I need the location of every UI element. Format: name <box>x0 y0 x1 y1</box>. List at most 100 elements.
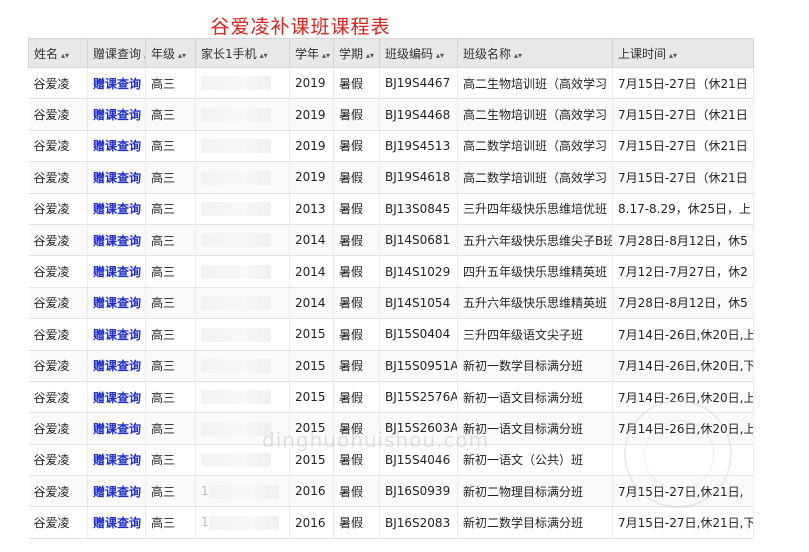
cell-text: 暑假 <box>339 170 364 185</box>
sort-icon[interactable]: ▴▾ <box>514 51 522 60</box>
cell-term: 暑假 <box>333 130 380 163</box>
column-header-term[interactable]: 学期 ▴▾ <box>333 38 380 68</box>
cell-query: 赠课查询 <box>87 98 146 131</box>
sort-icon[interactable]: ▴▾ <box>366 51 374 60</box>
cell-term: 暑假 <box>333 193 380 225</box>
cell-text: 7月14日-26日,休20日,上 <box>618 390 754 405</box>
column-header-label: 班级名称 <box>463 46 512 61</box>
cell-text: BJ19S4467 <box>385 76 451 91</box>
cell-text: 2015 <box>295 327 326 342</box>
gift-course-query-link[interactable]: 赠课查询 <box>93 453 141 467</box>
column-header-class-name[interactable]: 班级名称 ▴▾ <box>457 38 613 68</box>
cell-code: BJ15S2603A <box>379 412 458 445</box>
cell-year: 2016 <box>289 475 334 508</box>
gift-course-query-link[interactable]: 赠课查询 <box>93 171 141 185</box>
cell-code: BJ19S4468 <box>379 98 458 131</box>
cell-year: 2015 <box>289 318 334 351</box>
cell-term: 暑假 <box>333 350 380 382</box>
cell-query: 赠课查询 <box>87 412 146 445</box>
cell-text: 2014 <box>295 295 326 310</box>
cell-text: 新初二数学目标满分班 <box>463 516 584 531</box>
cell-text: 谷爱凌 <box>33 327 70 342</box>
cell-text: 新初一语文目标满分班 <box>463 390 584 405</box>
cell-class-name: 高二生物培训班（高效学习 <box>457 67 613 100</box>
cell-year: 2019 <box>289 98 334 131</box>
cell-phone: 1 <box>195 475 290 508</box>
cell-text: BJ15S0404 <box>385 327 451 342</box>
cell-code: BJ19S4618 <box>379 161 458 194</box>
cell-text: 暑假 <box>339 296 364 311</box>
cell-time: 7月15日-27日,休21日,下 <box>612 506 754 539</box>
cell-text: 2013 <box>295 201 326 216</box>
cell-class-name: 五升六年级快乐思维尖子B班 <box>457 224 613 257</box>
sort-icon[interactable]: ▴▾ <box>260 51 268 60</box>
cell-query: 赠课查询 <box>87 506 146 539</box>
sort-icon[interactable]: ▴▾ <box>178 51 186 60</box>
gift-course-query-link[interactable]: 赠课查询 <box>93 77 141 91</box>
cell-time: 7月28日-8月12日，休5 <box>612 287 754 320</box>
cell-text: 三升四年级语文尖子班 <box>463 327 584 342</box>
gift-course-query-link[interactable]: 赠课查询 <box>93 202 141 216</box>
cell-text: 高三 <box>151 202 176 217</box>
cell-text: 7月15日-27日,休21日, <box>618 484 744 499</box>
cell-text: 暑假 <box>339 421 364 436</box>
cell-text: 高三 <box>151 421 176 436</box>
cell-text: BJ13S0845 <box>385 201 451 216</box>
gift-course-query-link[interactable]: 赠课查询 <box>93 296 141 310</box>
cell-name: 谷爱凌 <box>28 475 88 508</box>
cell-query: 赠课查询 <box>87 318 146 351</box>
column-header-label: 学年 <box>295 46 320 61</box>
sort-icon[interactable]: ▴▾ <box>61 51 69 60</box>
cell-grade: 高三 <box>145 287 196 320</box>
gift-course-query-link[interactable]: 赠课查询 <box>93 359 141 373</box>
gift-course-query-link[interactable]: 赠课查询 <box>93 422 141 436</box>
cell-term: 暑假 <box>333 287 380 320</box>
sort-icon[interactable]: ▴▾ <box>669 51 677 60</box>
gift-course-query-link[interactable]: 赠课查询 <box>93 139 141 153</box>
cell-grade: 高三 <box>145 444 196 477</box>
cell-name: 谷爱凌 <box>28 287 88 320</box>
gift-course-query-link[interactable]: 赠课查询 <box>93 391 141 405</box>
cell-text: 四升五年级快乐思维精英班 <box>463 265 608 280</box>
gift-course-query-link[interactable]: 赠课查询 <box>93 328 141 342</box>
cell-name: 谷爱凌 <box>28 98 88 131</box>
column-header-year[interactable]: 学年 ▴▾ <box>289 38 334 68</box>
cell-text: 新初一语文（公共）班 <box>463 453 584 468</box>
cell-text: 新初一语文目标满分班 <box>463 421 584 436</box>
sort-icon[interactable]: ▴▾ <box>436 51 444 60</box>
gift-course-query-link[interactable]: 赠课查询 <box>93 108 141 122</box>
cell-text: BJ14S0681 <box>385 233 451 248</box>
cell-grade: 高三 <box>145 224 196 257</box>
cell-text: 8.17-8.29，休25日，上 <box>618 202 752 217</box>
cell-text: 高三 <box>151 327 176 342</box>
cell-code: BJ14S0681 <box>379 224 458 257</box>
cell-class-name: 新初一语文目标满分班 <box>457 381 613 414</box>
cell-code: BJ15S2576A <box>379 381 458 414</box>
gift-course-query-link[interactable]: 赠课查询 <box>93 265 141 279</box>
column-header-code[interactable]: 班级编码 ▴▾ <box>379 38 458 68</box>
cell-text: 高三 <box>151 516 176 531</box>
cell-text: 高三 <box>151 108 176 123</box>
column-header-time[interactable]: 上课时间 ▴▾ <box>612 38 754 68</box>
cell-year: 2015 <box>289 444 334 477</box>
column-header-name[interactable]: 姓名 ▴▾ <box>28 38 88 68</box>
cell-phone <box>195 193 290 225</box>
cell-text: 暑假 <box>339 76 364 91</box>
table-row: 谷爱凌 赠课查询 高三 2014 暑假 BJ14S1029 四升五年级快乐思维精英班 7月12… <box>28 255 754 288</box>
cell-time: 7月15日-27日（休21日 <box>612 98 754 131</box>
column-header-grade[interactable]: 年级 ▴▾ <box>145 38 196 68</box>
cell-query: 赠课查询 <box>87 67 146 100</box>
column-header-query[interactable]: 赠课查询▴▾ <box>87 38 146 68</box>
cell-text: 暑假 <box>339 484 364 499</box>
cell-grade: 高三 <box>145 350 196 382</box>
cell-term: 暑假 <box>333 381 380 414</box>
column-header-phone[interactable]: 家长1手机 ▴▾ <box>195 38 290 68</box>
sort-icon[interactable]: ▴▾ <box>322 51 330 60</box>
gift-course-query-link[interactable]: 赠课查询 <box>93 516 141 530</box>
gift-course-query-link[interactable]: 赠课查询 <box>93 485 141 499</box>
cell-phone <box>195 350 290 382</box>
cell-year: 2013 <box>289 193 334 225</box>
gift-course-query-link[interactable]: 赠课查询 <box>93 234 141 248</box>
cell-text: BJ15S2576A <box>385 390 458 405</box>
cell-query: 赠课查询 <box>87 255 146 288</box>
